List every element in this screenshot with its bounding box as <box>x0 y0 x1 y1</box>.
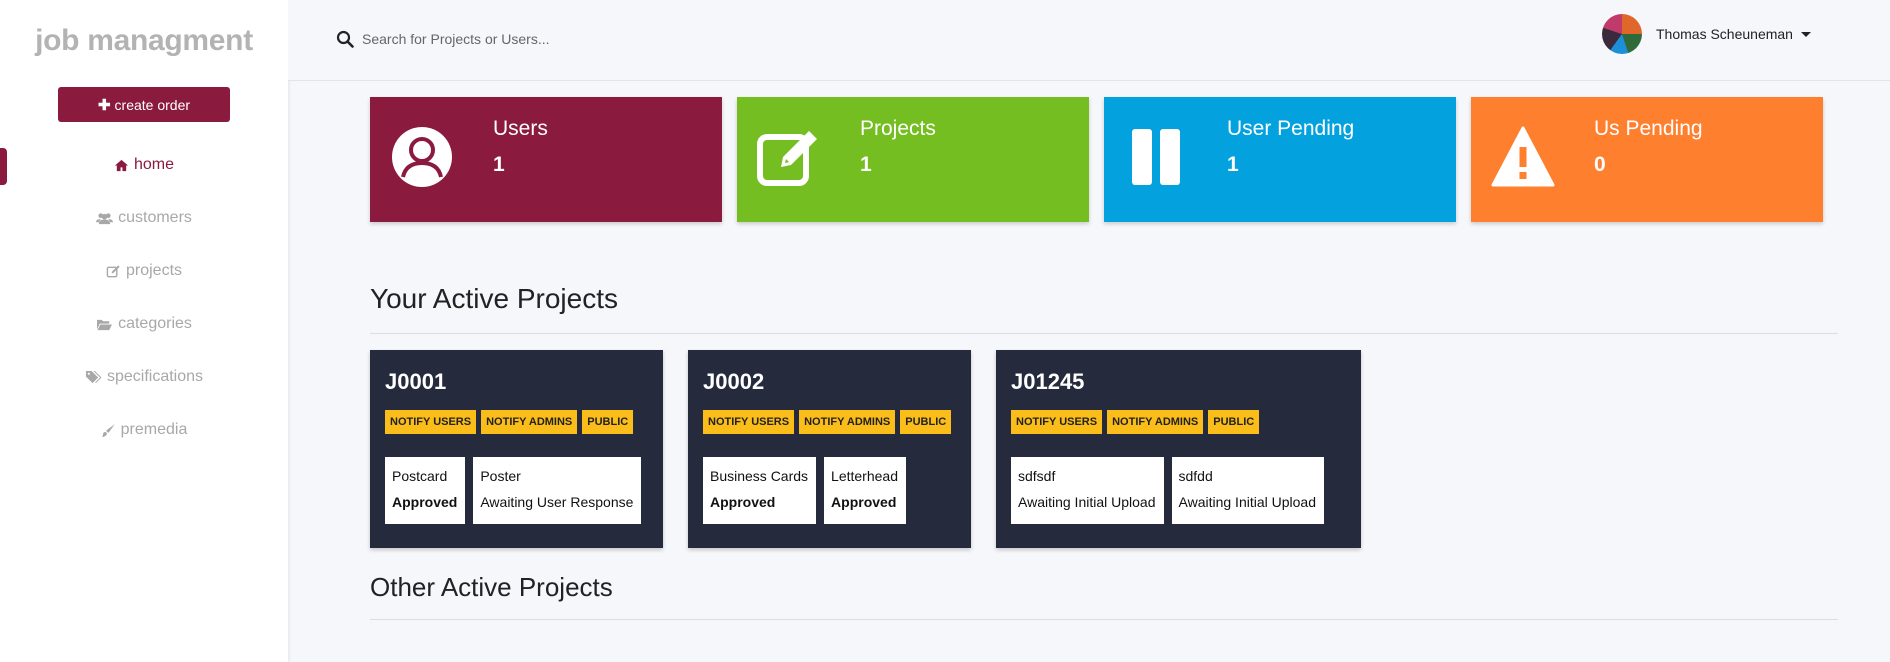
item-name: Poster <box>480 468 521 484</box>
sidebar-item-label: home <box>133 156 175 173</box>
item-name: sdfdd <box>1178 468 1213 484</box>
sidebar-item-label: customers <box>118 209 192 226</box>
edit-icon <box>106 264 120 277</box>
item-name: Postcard <box>392 468 448 484</box>
project-tags: NOTIFY USERS NOTIFY ADMINS PUBLIC <box>385 410 634 434</box>
sidebar-item-projects[interactable]: projects <box>0 262 288 280</box>
user-circle-icon <box>392 127 452 187</box>
sidebar-item-label: specifications <box>106 368 204 385</box>
sidebar-item-customers[interactable]: customers <box>0 209 288 227</box>
top-bar: Thomas Scheuneman <box>288 0 1890 81</box>
project-items: Postcard Approved Poster Awaiting User R… <box>385 457 642 524</box>
sidebar-item-label: projects <box>125 262 183 279</box>
paint-brush-icon <box>101 423 115 437</box>
item-status: Approved <box>831 494 897 510</box>
create-order-button[interactable]: ✚ create order <box>58 87 230 122</box>
project-item[interactable]: Poster Awaiting User Response <box>473 457 642 524</box>
project-item[interactable]: sdfdd Awaiting Initial Upload <box>1171 457 1324 524</box>
item-status: Awaiting Initial Upload <box>1178 494 1317 510</box>
project-code: J0001 <box>385 369 447 394</box>
stat-card-projects[interactable]: Projects 1 <box>737 97 1089 222</box>
project-items: Business Cards Approved Letterhead Appro… <box>703 457 906 524</box>
home-icon <box>114 159 129 171</box>
sidebar: job managment ✚ create order home custom… <box>0 0 288 662</box>
item-status: Awaiting Initial Upload <box>1018 494 1156 510</box>
tag-notify-users[interactable]: NOTIFY USERS <box>703 410 795 434</box>
users-icon <box>96 212 114 224</box>
warning-icon <box>1491 126 1555 187</box>
item-status: Awaiting User Response <box>480 494 634 510</box>
tags-icon <box>85 370 102 383</box>
item-name: Business Cards <box>710 468 809 484</box>
project-item[interactable]: Business Cards Approved <box>703 457 817 524</box>
section-divider <box>370 333 1838 334</box>
stat-label: Us Pending <box>1594 117 1703 140</box>
stat-value: 1 <box>493 153 505 176</box>
section-divider <box>370 619 1838 620</box>
caret-down-icon <box>1800 31 1811 37</box>
project-tags: NOTIFY USERS NOTIFY ADMINS PUBLIC <box>1011 410 1260 434</box>
project-item[interactable]: Letterhead Approved <box>824 457 906 524</box>
tag-public[interactable]: PUBLIC <box>582 410 634 434</box>
sidebar-item-label: categories <box>118 315 192 332</box>
item-name: sdfsdf <box>1018 468 1056 484</box>
tag-public[interactable]: PUBLIC <box>900 410 952 434</box>
sidebar-item-specifications[interactable]: specifications <box>0 368 288 386</box>
stat-label: Users <box>493 117 548 140</box>
stat-value: 1 <box>860 153 872 176</box>
brand-title: job managment <box>35 24 253 57</box>
stat-label: Projects <box>860 117 936 140</box>
sidebar-item-premedia[interactable]: premedia <box>0 421 288 439</box>
stat-card-us-pending[interactable]: Us Pending 0 <box>1471 97 1823 222</box>
stat-value: 0 <box>1594 153 1606 176</box>
tag-notify-admins[interactable]: NOTIFY ADMINS <box>1107 410 1204 434</box>
stat-card-user-pending[interactable]: User Pending 1 <box>1104 97 1456 222</box>
stat-label: User Pending <box>1227 117 1355 140</box>
edit-icon <box>757 131 817 186</box>
avatar[interactable] <box>1602 14 1642 54</box>
project-card-j01245[interactable]: J01245 NOTIFY USERS NOTIFY ADMINS PUBLIC… <box>996 350 1361 548</box>
project-card-j0001[interactable]: J0001 NOTIFY USERS NOTIFY ADMINS PUBLIC … <box>370 350 663 548</box>
stat-value: 1 <box>1227 153 1239 176</box>
project-code: J0002 <box>703 369 765 394</box>
sidebar-item-label: premedia <box>120 421 188 438</box>
item-status: Approved <box>710 494 776 510</box>
project-code: J01245 <box>1011 369 1085 394</box>
search-input[interactable] <box>362 28 762 50</box>
sidebar-item-categories[interactable]: categories <box>0 315 288 333</box>
item-status: Approved <box>392 494 458 510</box>
project-item[interactable]: Postcard Approved <box>385 457 466 524</box>
tag-public[interactable]: PUBLIC <box>1208 410 1260 434</box>
user-menu[interactable]: Thomas Scheuneman <box>1602 14 1811 54</box>
project-card-j0002[interactable]: J0002 NOTIFY USERS NOTIFY ADMINS PUBLIC … <box>688 350 971 548</box>
stat-card-users[interactable]: Users 1 <box>370 97 722 222</box>
tag-notify-users[interactable]: NOTIFY USERS <box>385 410 477 434</box>
tag-notify-admins[interactable]: NOTIFY ADMINS <box>481 410 578 434</box>
folder-open-icon <box>97 319 113 330</box>
project-tags: NOTIFY USERS NOTIFY ADMINS PUBLIC <box>703 410 952 434</box>
plus-icon: ✚ <box>97 96 111 114</box>
tag-notify-users[interactable]: NOTIFY USERS <box>1011 410 1103 434</box>
create-order-label: create order <box>114 96 191 113</box>
sidebar-item-home[interactable]: home <box>0 156 288 174</box>
item-name: Letterhead <box>831 468 898 484</box>
search-icon <box>336 30 354 48</box>
active-projects-title: Your Active Projects <box>370 283 618 314</box>
project-items: sdfsdf Awaiting Initial Upload sdfdd Awa… <box>1011 457 1324 524</box>
user-name: Thomas Scheuneman <box>1656 26 1793 42</box>
pause-icon <box>1132 129 1180 185</box>
tag-notify-admins[interactable]: NOTIFY ADMINS <box>799 410 896 434</box>
project-item[interactable]: sdfsdf Awaiting Initial Upload <box>1011 457 1164 524</box>
other-projects-title: Other Active Projects <box>370 572 613 602</box>
